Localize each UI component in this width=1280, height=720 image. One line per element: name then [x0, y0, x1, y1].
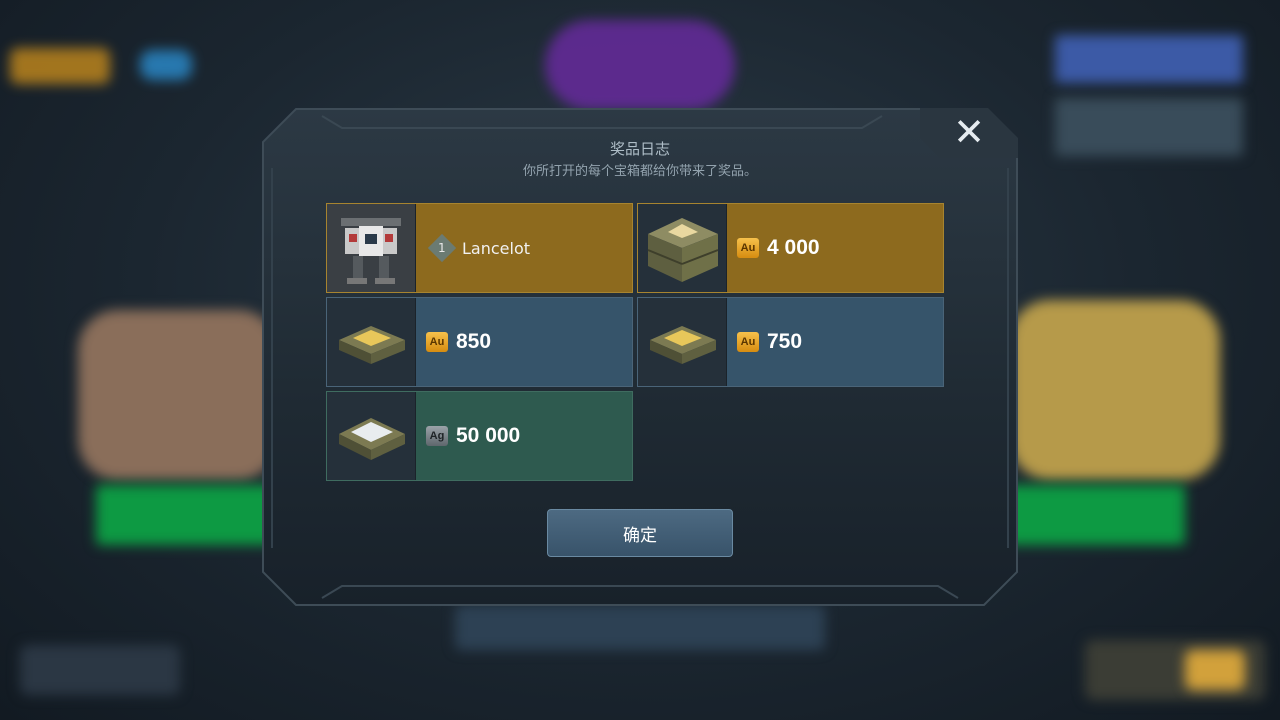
- background-top-button-2: [1055, 98, 1243, 156]
- crate-thumbnail: [638, 298, 727, 386]
- background-buy-button-right: [1005, 485, 1185, 545]
- background-top-button: [1055, 35, 1243, 83]
- reward-amount: 850: [456, 330, 492, 353]
- background-buy-button-left: [96, 485, 276, 545]
- silver-currency-icon: Ag: [426, 426, 448, 446]
- reward-card-gold-750: Au 750: [637, 297, 944, 387]
- reward-card-gold-850: Au 850: [326, 297, 633, 387]
- crate-icon: [647, 218, 719, 282]
- robot-icon: [327, 204, 415, 292]
- gold-currency-icon: Au: [426, 332, 448, 352]
- gold-currency-icon: Au: [737, 332, 759, 352]
- background-ticket-icon: [1185, 650, 1245, 690]
- reward-amount: 4 000: [767, 236, 820, 259]
- crate-thumbnail: [327, 392, 416, 480]
- gold-currency-icon: Au: [737, 238, 759, 258]
- background-bottom-bar: [455, 605, 825, 650]
- reward-card-robot: 1 Lancelot: [326, 203, 633, 293]
- background-bottom-left: [20, 645, 180, 695]
- background-gold-counter: [10, 48, 110, 84]
- crate-icon: [650, 326, 716, 364]
- crate-icon: [339, 326, 405, 364]
- robot-name: Lancelot: [462, 238, 531, 258]
- reward-card-silver: Ag 50 000: [326, 391, 633, 481]
- reward-amount: 750: [767, 330, 803, 353]
- crate-icon: [339, 418, 405, 460]
- background-league-badge: [545, 20, 735, 110]
- reward-card-gold-large: Au 4 000: [637, 203, 944, 293]
- confirm-button[interactable]: 确定: [547, 509, 733, 557]
- background-chest-right: [1010, 300, 1220, 480]
- background-feather-icon: [140, 50, 192, 80]
- robot-thumbnail: [327, 204, 416, 292]
- level-badge: 1: [427, 233, 457, 263]
- dialog-title: 奖品日志: [609, 140, 670, 158]
- background-chest-left: [78, 310, 278, 480]
- reward-amount: 50 000: [456, 424, 521, 447]
- dialog-subtitle: 你所打开的每个宝箱都给你带来了奖品。: [522, 164, 757, 179]
- close-icon[interactable]: ✕: [949, 112, 989, 152]
- crate-thumbnail: [327, 298, 416, 386]
- crate-thumbnail: [638, 204, 727, 292]
